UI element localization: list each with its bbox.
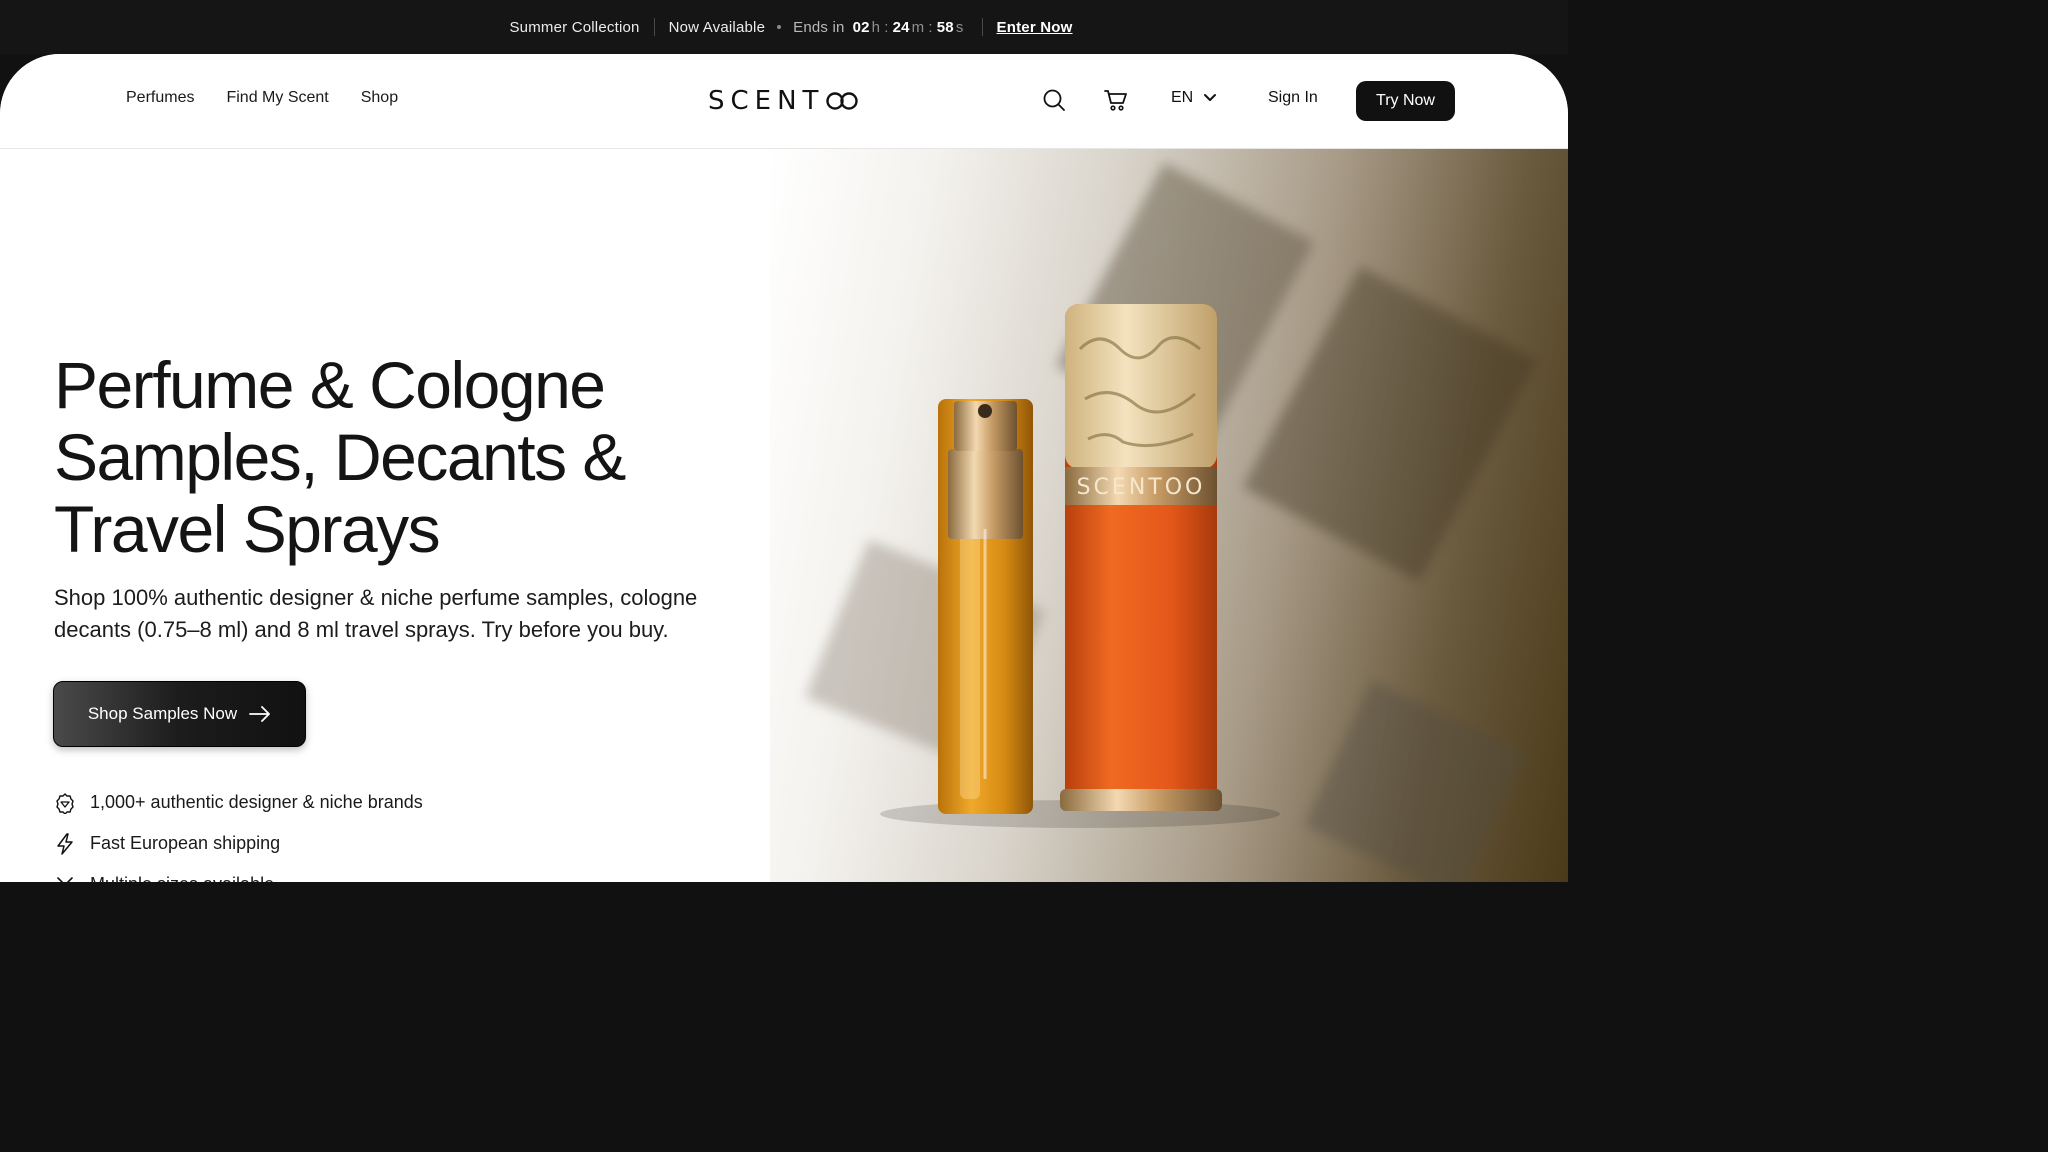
perfume-bottles: SCENTOO: [880, 304, 1280, 828]
countdown-label: Ends in: [793, 18, 845, 36]
feature-list: 1,000+ authentic designer & niche brands…: [54, 782, 423, 882]
feature-text: Multiple sizes available: [90, 874, 274, 882]
countdown-seconds-unit: s: [955, 18, 964, 36]
hero-product-image: SCENTOO: [770, 149, 1568, 882]
nav-item-find-my-scent[interactable]: Find My Scent: [226, 89, 328, 107]
hero-headline-line2: Samples, Decants &: [54, 420, 626, 494]
badge-icon: [54, 792, 76, 814]
countdown-minutes-unit: m: [911, 18, 925, 36]
hero-subtitle: Shop 100% authentic designer & niche per…: [54, 585, 698, 642]
sizes-icon: [54, 874, 76, 882]
hero-headline: Perfume & Cologne Samples, Decants & Tra…: [54, 349, 734, 565]
announcement-dot: [777, 25, 782, 29]
try-now-button[interactable]: Try Now: [1356, 81, 1455, 121]
hero-headline-line1: Perfume & Cologne: [54, 348, 606, 422]
feature-item: Multiple sizes available: [54, 864, 423, 882]
main-nav: Perfumes Find My Scent Shop: [126, 89, 398, 107]
site-logo[interactable]: SCENT: [708, 84, 860, 118]
hero-headline-line3: Travel Sprays: [54, 492, 441, 566]
shop-samples-label: Shop Samples Now: [87, 704, 238, 723]
logo-wordmark: SCENT: [708, 86, 825, 116]
announcement-status: Now Available: [668, 18, 766, 36]
countdown-colon: :: [928, 18, 933, 36]
countdown-colon: :: [884, 18, 889, 36]
page-card: Perfumes Find My Scent Shop SCENT EN Sig…: [0, 54, 1568, 882]
feature-item: 1,000+ authentic designer & niche brands: [54, 782, 423, 823]
arrow-right-icon: [249, 706, 271, 722]
product-label: SCENTOO: [1077, 475, 1206, 500]
countdown-seconds: 58: [936, 18, 954, 36]
nav-item-perfumes[interactable]: Perfumes: [126, 89, 194, 107]
countdown-hours: 02: [852, 18, 870, 36]
countdown-minutes: 24: [892, 18, 910, 36]
enter-now-link[interactable]: Enter Now: [983, 19, 1073, 36]
language-selector[interactable]: EN: [1171, 89, 1217, 107]
nav-item-shop[interactable]: Shop: [361, 89, 398, 107]
language-label: EN: [1171, 89, 1194, 106]
feature-text: Fast European shipping: [90, 833, 281, 853]
search-icon[interactable]: [1040, 86, 1068, 114]
announcement-collection: Summer Collection: [509, 18, 640, 36]
shop-samples-button[interactable]: Shop Samples Now: [53, 681, 306, 747]
bolt-icon: [54, 832, 76, 855]
countdown-hours-unit: h: [871, 18, 881, 36]
announcement-bar: Summer Collection Now Available Ends in …: [0, 0, 1568, 54]
sign-in-link[interactable]: Sign In: [1268, 89, 1318, 107]
chevron-down-icon: [1204, 94, 1217, 101]
logo-infinity-mark: [826, 92, 859, 110]
feature-item: Fast European shipping: [54, 823, 423, 864]
cart-icon[interactable]: [1102, 86, 1130, 114]
feature-text: 1,000+ authentic designer & niche brands: [90, 792, 423, 812]
site-header: Perfumes Find My Scent Shop SCENT EN Sig…: [0, 54, 1568, 149]
